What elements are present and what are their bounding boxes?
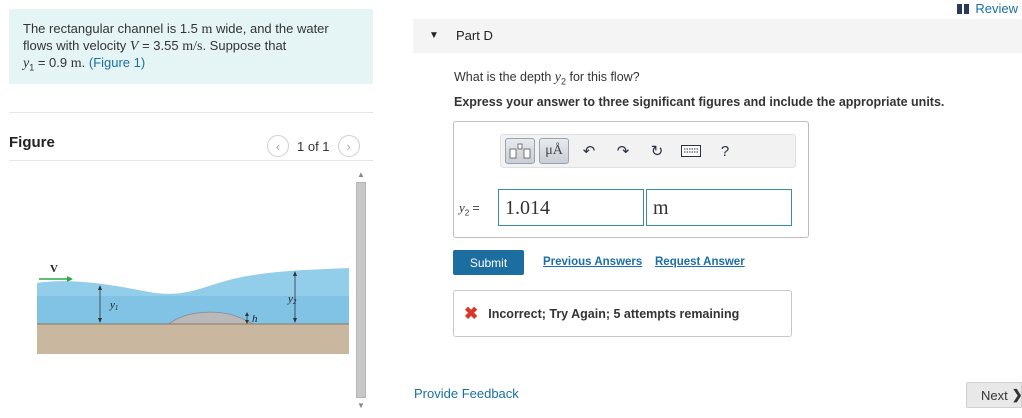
chevron-right-icon: ❯ bbox=[1011, 387, 1022, 402]
templates-button[interactable] bbox=[505, 138, 535, 164]
help-button[interactable]: ? bbox=[711, 138, 739, 164]
keyboard-icon[interactable] bbox=[677, 138, 705, 164]
velocity-value: = 3.55 bbox=[138, 38, 183, 53]
feedback-message: ✖ Incorrect; Try Again; 5 attempts remai… bbox=[453, 290, 792, 337]
scroll-up-icon[interactable]: ▲ bbox=[357, 170, 365, 179]
next-label: Next bbox=[981, 387, 1008, 403]
problem-line-2: flows with velocity V = 3.55 m/s. Suppos… bbox=[23, 38, 359, 55]
next-figure-button[interactable]: › bbox=[337, 135, 360, 157]
problem-text: The rectangular channel is 1.5 bbox=[23, 21, 202, 36]
depth-value: = 0.9 bbox=[34, 55, 71, 70]
figure-scrollbar[interactable]: ▲ ▼ bbox=[354, 168, 368, 412]
channel-figure: V y1 y2 h bbox=[9, 166, 349, 412]
unit-input[interactable]: m bbox=[646, 189, 792, 226]
undo-icon[interactable]: ↶ bbox=[575, 138, 603, 164]
instruction-text: Express your answer to three significant… bbox=[454, 95, 945, 109]
problem-line-1: The rectangular channel is 1.5 m wide, a… bbox=[23, 21, 359, 38]
templates-icon bbox=[509, 143, 531, 159]
incorrect-x-icon: ✖ bbox=[464, 303, 479, 323]
chevron-right-icon: › bbox=[346, 138, 351, 154]
review-link[interactable]: Review bbox=[957, 1, 1018, 16]
scrollbar-thumb[interactable] bbox=[356, 182, 366, 398]
caret-down-icon[interactable]: ▼ bbox=[429, 30, 439, 41]
chevron-left-icon: ‹ bbox=[275, 138, 281, 154]
pager-text: 1 of 1 bbox=[297, 138, 330, 154]
figure-pager: ‹ 1 of 1 › bbox=[267, 135, 360, 157]
keyboard-icon-svg bbox=[681, 145, 701, 157]
feedback-text: Incorrect; Try Again; 5 attempts remaini… bbox=[488, 306, 740, 321]
review-label: Review bbox=[975, 1, 1018, 16]
part-header[interactable] bbox=[413, 19, 1022, 53]
velocity-unit: m/s bbox=[182, 39, 203, 54]
units-button[interactable]: μÅ bbox=[539, 138, 569, 164]
channel-bed bbox=[37, 324, 349, 354]
problem-statement: The rectangular channel is 1.5 m wide, a… bbox=[9, 9, 373, 84]
previous-answers-link[interactable]: Previous Answers bbox=[543, 256, 642, 268]
problem-text: . Suppose that bbox=[202, 38, 287, 53]
answer-eq: = bbox=[469, 201, 480, 215]
problem-line-3: y1 = 0.9 m. (Figure 1) bbox=[23, 55, 359, 76]
depth-unit: m bbox=[70, 56, 82, 71]
figure-link[interactable]: (Figure 1) bbox=[89, 55, 145, 70]
question-post: for this flow? bbox=[566, 70, 640, 84]
request-answer-link[interactable]: Request Answer bbox=[655, 256, 745, 268]
problem-text: . bbox=[81, 55, 89, 70]
question-pre: What is the depth bbox=[454, 70, 555, 84]
channel-figure-svg: V y1 y2 h bbox=[37, 263, 349, 354]
book-icon bbox=[957, 3, 970, 14]
answer-label: y2 = bbox=[459, 200, 480, 217]
scroll-down-icon[interactable]: ▼ bbox=[357, 401, 365, 410]
reset-icon[interactable]: ↻ bbox=[643, 138, 671, 164]
part-title: Part D bbox=[456, 28, 493, 43]
velocity-arrowhead bbox=[67, 276, 73, 282]
math-toolbar: μÅ ↶ ↷ ↻ ? bbox=[500, 134, 796, 168]
provide-feedback-link[interactable]: Provide Feedback bbox=[414, 386, 519, 401]
problem-text: wide, and the water bbox=[212, 21, 329, 36]
problem-text: flows with velocity bbox=[23, 38, 130, 53]
prev-figure-button[interactable]: ‹ bbox=[267, 135, 289, 157]
submit-button[interactable]: Submit bbox=[453, 250, 524, 275]
value-input[interactable]: 1.014 bbox=[498, 189, 644, 226]
h-label: h bbox=[252, 313, 258, 325]
divider bbox=[9, 112, 373, 113]
next-button[interactable]: Next ❯ bbox=[966, 382, 1022, 408]
figure-title: Figure bbox=[9, 134, 55, 151]
question-text: What is the depth y2 for this flow? bbox=[454, 70, 640, 87]
answer-panel: μÅ ↶ ↷ ↻ ? y2 = 1.014 m bbox=[453, 121, 809, 238]
width-unit: m bbox=[201, 22, 213, 37]
velocity-label: V bbox=[50, 263, 58, 275]
redo-icon[interactable]: ↷ bbox=[609, 138, 637, 164]
divider bbox=[9, 160, 373, 161]
